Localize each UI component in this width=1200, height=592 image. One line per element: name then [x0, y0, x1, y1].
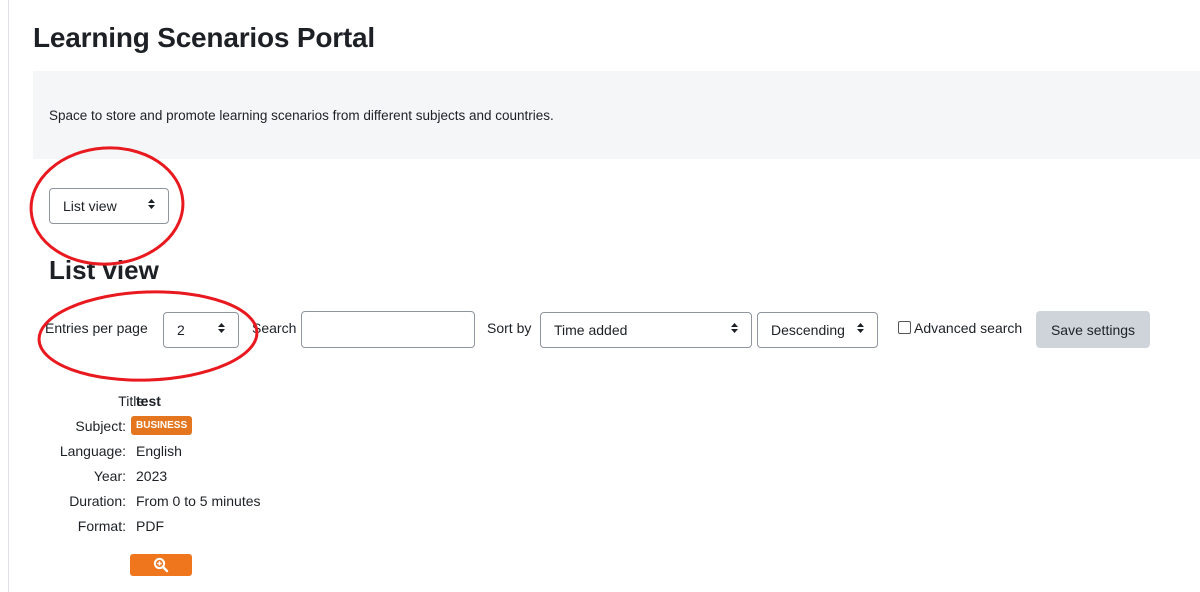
advanced-search-checkbox[interactable]	[898, 321, 911, 334]
sort-by-value: Time added	[554, 322, 628, 338]
list-heading: List view	[49, 255, 159, 285]
title-field-label: Title:	[118, 393, 148, 409]
advanced-search-label: Advanced search	[914, 320, 1023, 336]
duration-field-value: From 0 to 5 minutes	[136, 493, 261, 509]
sort-order-select[interactable]: Descending	[757, 312, 878, 348]
sort-by-label: Sort by	[487, 320, 532, 336]
select-caret-icon	[856, 321, 865, 338]
entries-per-page-value: 2	[177, 322, 185, 338]
duration-field-label: Duration:	[69, 493, 126, 509]
sort-order-value: Descending	[771, 322, 845, 338]
page-title: Learning Scenarios Portal	[33, 22, 375, 53]
year-field-value: 2023	[136, 468, 168, 484]
subject-field-label: Subject:	[75, 418, 126, 434]
format-field-label: Format:	[77, 518, 126, 534]
intro-box: Space to store and promote learning scen…	[33, 71, 1200, 159]
sort-by-select[interactable]: Time added	[540, 312, 752, 348]
zoom-in-icon	[153, 557, 169, 573]
advanced-search-toggle[interactable]: Advanced search	[898, 320, 1022, 336]
language-field-label: Language:	[59, 443, 126, 459]
search-input[interactable]	[301, 311, 475, 348]
select-caret-icon	[217, 321, 226, 338]
format-field-value: PDF	[136, 518, 164, 534]
subject-badge: BUSINESS	[131, 416, 193, 435]
entries-per-page-label: Entries per page	[45, 320, 148, 336]
view-selector[interactable]: List view	[49, 188, 169, 224]
search-label: Search	[252, 320, 297, 336]
select-caret-icon	[730, 321, 739, 338]
year-field-label: Year:	[93, 468, 126, 484]
view-entry-button[interactable]	[130, 554, 192, 576]
select-caret-icon	[147, 197, 156, 214]
save-settings-button[interactable]: Save settings	[1036, 311, 1150, 348]
intro-text: Space to store and promote learning scen…	[49, 108, 554, 123]
title-field-value: test	[136, 393, 161, 409]
language-field-value: English	[136, 443, 182, 459]
view-selector-value: List view	[63, 198, 117, 214]
entries-per-page-select[interactable]: 2	[163, 312, 239, 348]
